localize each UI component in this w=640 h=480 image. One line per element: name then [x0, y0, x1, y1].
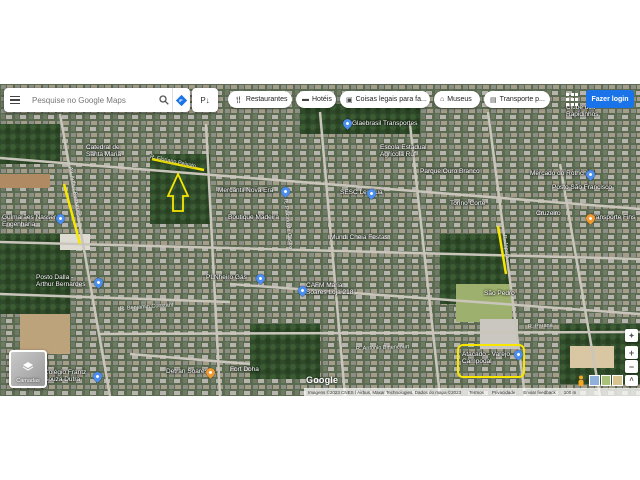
zoom-in-button[interactable]: + [625, 346, 638, 359]
imagery-thumb[interactable] [600, 375, 612, 386]
layers-icon [22, 362, 34, 371]
search-box[interactable]: Pesquise no Google Maps [4, 88, 190, 112]
label-transporte[interactable]: Transporte Fins [590, 214, 635, 221]
privacy-link[interactable]: Privacidade [492, 390, 516, 395]
bed-icon: ▬ [302, 96, 309, 103]
label-vereza[interactable]: Mundi Cheia Festas [330, 234, 388, 241]
terms-link[interactable]: Termos [469, 390, 484, 395]
chip-label: Hotéis [312, 96, 332, 103]
pegman-icon[interactable] [577, 375, 585, 387]
chip-label: Transporte p... [499, 96, 545, 103]
imagery-thumb[interactable] [589, 375, 600, 386]
imagery-thumbnails[interactable] [589, 375, 624, 386]
language-toggle[interactable]: P↓ [192, 88, 218, 112]
map-footer: Imagens ©2023 CNES / Airbus, Maxar Techn… [304, 388, 640, 396]
label-torino[interactable]: Torino Corte [450, 200, 485, 207]
compass-icon[interactable]: ✦ [625, 329, 638, 342]
road-label-r7: R. Paraná [527, 322, 553, 330]
bus-icon: ▤ [490, 96, 497, 104]
satellite-map[interactable] [0, 84, 640, 396]
camera-icon: ▣ [346, 96, 353, 104]
label-fort-doha[interactable]: Fort Doha [230, 366, 259, 373]
label-parque[interactable]: Parque Ouro Branco [420, 168, 480, 175]
directions-icon[interactable] [172, 88, 190, 112]
label-posto[interactable]: Posto Dalla - Arthur Bernardes [36, 274, 86, 288]
label-gulmaraes[interactable]: Gulmarães Nasser Engenharia... [2, 214, 56, 228]
zoom-out-button[interactable]: − [625, 360, 638, 373]
label-boutique[interactable]: Boutique Madeira [228, 214, 279, 221]
chip-restaurants[interactable]: 🍴︎ Restaurantes [228, 91, 292, 108]
label-atacado[interactable]: Atacado - Varejo Campodal [462, 351, 510, 365]
label-plnheiro[interactable]: PLNheiro Gás [206, 274, 247, 281]
museum-icon: ⌂ [440, 96, 445, 103]
search-icon[interactable] [156, 88, 172, 112]
language-label: P↓ [200, 95, 210, 105]
chip-label: Coisas legais para fa... [355, 96, 427, 103]
chip-label: Restaurantes [245, 96, 288, 103]
imagery-thumb[interactable] [612, 375, 624, 386]
fork-knife-icon: 🍴︎ [234, 96, 243, 104]
map-viewport[interactable]: Glaebrasil Transportes Mercantil Nova Er… [0, 84, 640, 396]
imagery-credit: Imagens ©2023 CNES / Airbus, Maxar Techn… [308, 389, 462, 395]
label-mercantil[interactable]: Mercantil Nova Era [218, 187, 273, 194]
layers-toggle[interactable]: Camadas [9, 350, 47, 388]
label-colegio[interactable]: Colégio Frantz Souza Dutra [44, 369, 86, 383]
label-escola[interactable]: Escola Estadual Agrícola Ruf [380, 144, 427, 158]
chip-things-to-do[interactable]: ▣ Coisas legais para fa... [340, 91, 430, 108]
search-input[interactable]: Pesquise no Google Maps [26, 96, 156, 105]
chip-hotels[interactable]: ▬ Hotéis [296, 91, 336, 108]
feedback-link[interactable]: Enviar feedback [523, 390, 555, 395]
chevron-up-icon[interactable]: ˄ [625, 375, 638, 386]
label-glaebrasil[interactable]: Glaebrasil Transportes [352, 120, 417, 127]
scale-label: 100 m [563, 389, 577, 395]
login-button[interactable]: Fazer login [586, 90, 634, 108]
menu-icon[interactable] [4, 88, 26, 112]
layers-label: Camadas [16, 378, 40, 384]
label-catedral[interactable]: Catedral de Santa Maria [86, 144, 121, 158]
google-logo: Google [306, 375, 339, 385]
apps-grid-icon[interactable] [566, 93, 580, 107]
chip-label: Museus [447, 96, 472, 103]
label-posto-sao[interactable]: Posto São Francisco [552, 184, 612, 191]
label-cruzeiro[interactable]: Cruzeiro [536, 210, 561, 217]
chip-museums[interactable]: ⌂ Museus [434, 91, 480, 108]
label-cafm[interactable]: CAFM Maria Soares Loja 218 [306, 282, 353, 296]
label-sao-pedro[interactable]: São Pedro [484, 290, 515, 297]
label-detran[interactable]: Detran Soares [166, 368, 208, 375]
chip-transit[interactable]: ▤ Transporte p... > [484, 91, 550, 108]
